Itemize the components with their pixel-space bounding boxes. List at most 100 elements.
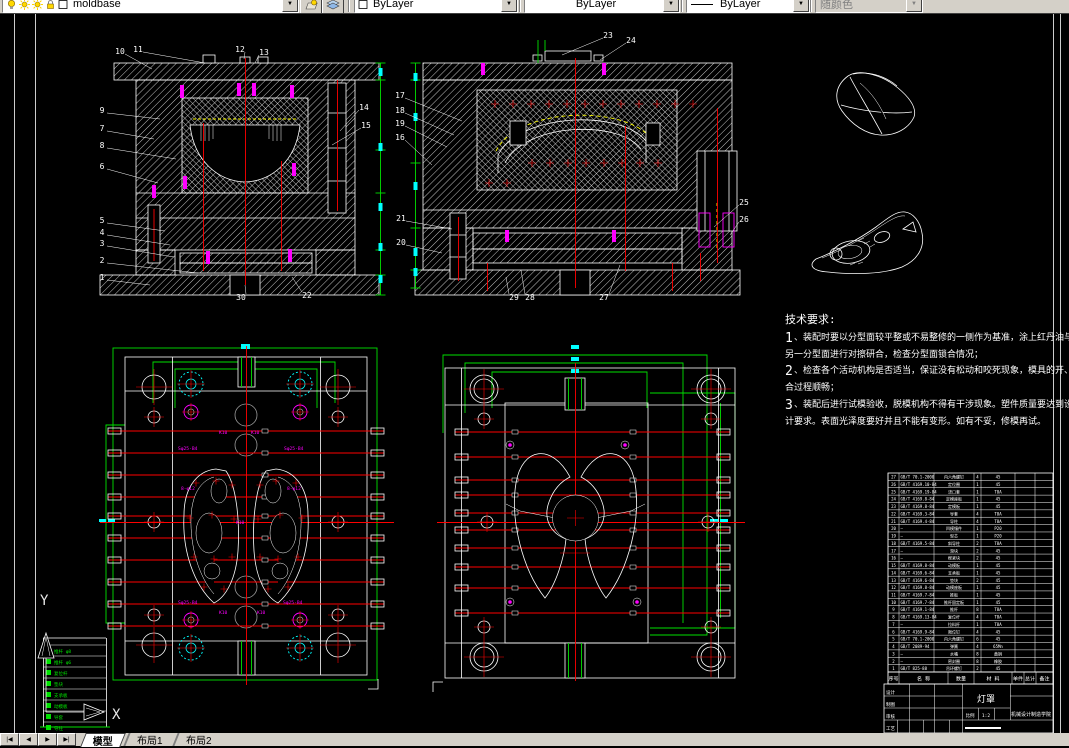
- sun-icon[interactable]: [32, 0, 43, 10]
- callout-number: 27: [599, 293, 609, 302]
- bom-cell: 45: [996, 570, 1001, 575]
- plan-view-1: Sφ25-B4 Sφ25-B4 8-φ12 8-φ12 K10 K10 K10 Sφ25-B4…: [99, 344, 394, 690]
- linetype-combo[interactable]: ByLayer ▼: [524, 0, 680, 13]
- title-block-field: 工艺: [886, 726, 895, 732]
- bom-cell: 内六角螺钉: [944, 474, 964, 480]
- layer-state-icons[interactable]: [3, 0, 69, 10]
- callout-number: 5: [100, 216, 105, 225]
- color-combo[interactable]: ByLayer ▼: [354, 0, 518, 13]
- callout-number: 9: [100, 106, 105, 115]
- bom-cell: GB/T 4169.7-84: [901, 600, 935, 605]
- title-block: 设计制图审核工艺 灯罩 机械设计制造学院 比例 1:2: [883, 683, 1054, 734]
- plan-label: K10: [236, 520, 245, 526]
- color-chip[interactable]: [58, 0, 69, 10]
- toolbar-separator: [348, 0, 350, 12]
- plan-label: Sφ25-B4: [178, 600, 198, 606]
- layer-properties-toolbar: moldbase ▼ ByLayer ▼ ByLayer ▼ ByLayer ▼…: [0, 0, 1069, 14]
- bom-cell: 限位钉: [948, 628, 960, 634]
- bom-cell: 45: [996, 497, 1001, 502]
- tech-line: 合过程顺畅；: [785, 381, 839, 393]
- callout-number: 10: [115, 47, 125, 56]
- callout-number: 23: [603, 31, 613, 40]
- linetype-dropdown-arrow[interactable]: ▼: [663, 0, 679, 12]
- model-space-canvas[interactable]: 10 11 12 13 9 7 8 6 5 4 3 2 1 14 15 30 22 23 24 17 18 19: [0, 13, 1069, 734]
- tech-title: 技术要求:: [785, 313, 836, 326]
- layer-dropdown-arrow[interactable]: ▼: [282, 0, 298, 12]
- tab-model[interactable]: 模型: [80, 733, 126, 748]
- bom-cell: 18: [891, 541, 896, 546]
- title-block-field: 制图: [886, 701, 895, 708]
- callout-number: 26: [739, 215, 749, 224]
- bom-cell: 6: [892, 629, 895, 634]
- callout-number: 29: [509, 293, 519, 302]
- bom-cell: —: [901, 651, 904, 656]
- bom-cell: 45: [996, 475, 1001, 480]
- title-block-fields: 设计制图审核工艺: [886, 689, 895, 732]
- sun-icon[interactable]: [19, 0, 30, 10]
- bom-cell: 8: [976, 607, 979, 612]
- bom-cell: 19: [891, 534, 896, 539]
- technical-requirements: 技术要求: 1 、装配时要以分型面较平整或不易整修的一侧作为基准，涂上红丹油与另一…: [785, 313, 1069, 427]
- bom-cell: 弹簧: [950, 643, 958, 649]
- bom-cell: 4: [892, 644, 895, 649]
- bom-cell: GB/T 4169.13-84: [901, 615, 938, 620]
- bom-cell: 15: [891, 563, 896, 568]
- bom-cell: 2: [976, 578, 979, 583]
- lineweight-sample-line: [691, 3, 713, 5]
- bom-cell: 浇口套: [948, 488, 960, 494]
- plan-label: Sφ25-B4: [284, 446, 304, 452]
- strip-cell: 垫块: [54, 681, 63, 688]
- bom-header-cell: 名 称: [917, 676, 930, 683]
- bom-cell: 9: [892, 607, 895, 612]
- plan-label: Sφ25-B4: [178, 446, 198, 452]
- bom-cell: 1: [976, 570, 979, 575]
- layer-combo[interactable]: moldbase ▼: [2, 0, 299, 13]
- bom-cell: 45: [996, 629, 1001, 634]
- tab-nav-prev[interactable]: ◀: [19, 733, 38, 746]
- bom-cell: —: [901, 526, 904, 531]
- bulb-icon[interactable]: [6, 0, 17, 10]
- tab-layout1[interactable]: 布局1: [123, 733, 175, 747]
- plan-label: K10: [219, 430, 228, 436]
- section-view-2: 23 24 17 18 19 16 21 20 25 26 29 28 27: [395, 31, 749, 302]
- bom-cell: 斜导柱: [948, 540, 960, 546]
- callout-number: 8: [100, 141, 105, 150]
- bom-header-cell: 材 料: [986, 676, 999, 683]
- bom-cell: 1: [976, 622, 979, 627]
- bom-cell: 65Mn: [993, 644, 1003, 649]
- part-isometric-shell: [836, 72, 916, 136]
- ucs-y-label: Y: [40, 593, 49, 609]
- bom-cell: 45: [996, 504, 1001, 509]
- lock-icon[interactable]: [45, 0, 56, 10]
- tab-nav-last[interactable]: ▶|: [57, 733, 76, 746]
- tech-line: 、检查各个活动机构是否适当，保证没有松动和咬死现象，模具的开、: [794, 364, 1069, 376]
- callout-number: 21: [396, 214, 406, 223]
- bom-cell: 2: [892, 659, 895, 664]
- bom-cell: 4: [976, 475, 979, 480]
- tech-line: 另一分型面进行对擦研合，检查分型面锁合情况；: [785, 348, 983, 360]
- strip-cell: 动模板: [54, 703, 68, 710]
- toolbar-separator: [810, 0, 812, 12]
- bom-cell: 1: [976, 526, 979, 531]
- callout-number: 2: [100, 256, 105, 265]
- bom-cell: 45: [996, 482, 1001, 487]
- tab-layout2[interactable]: 布局2: [171, 733, 223, 747]
- make-object-layer-current-button[interactable]: [300, 0, 322, 13]
- callout-number: 13: [259, 48, 269, 57]
- tab-nav-next[interactable]: ▶: [38, 733, 57, 746]
- bom-cell: GB/T 70.1-2000: [901, 475, 935, 480]
- bom-cell: P20: [994, 534, 1002, 539]
- bom-cell: 45: [996, 548, 1001, 553]
- bom-cell: 4: [976, 511, 979, 516]
- bom-cell: 定位圈: [948, 481, 960, 487]
- color-dropdown-arrow[interactable]: ▼: [501, 0, 517, 12]
- lineweight-dropdown-arrow[interactable]: ▼: [793, 0, 809, 12]
- bom-cell: GB/T 4169.8-84: [901, 563, 935, 568]
- lineweight-combo[interactable]: ByLayer ▼: [686, 0, 810, 13]
- tab-nav-first[interactable]: |◀: [0, 733, 19, 746]
- bom-cell: 22: [891, 511, 896, 516]
- ucs-x-label: X: [112, 707, 121, 723]
- strip-cell: 支承板: [54, 692, 68, 699]
- bom-header-cell: 数量: [956, 676, 966, 683]
- layers-dialog-button[interactable]: [322, 0, 344, 13]
